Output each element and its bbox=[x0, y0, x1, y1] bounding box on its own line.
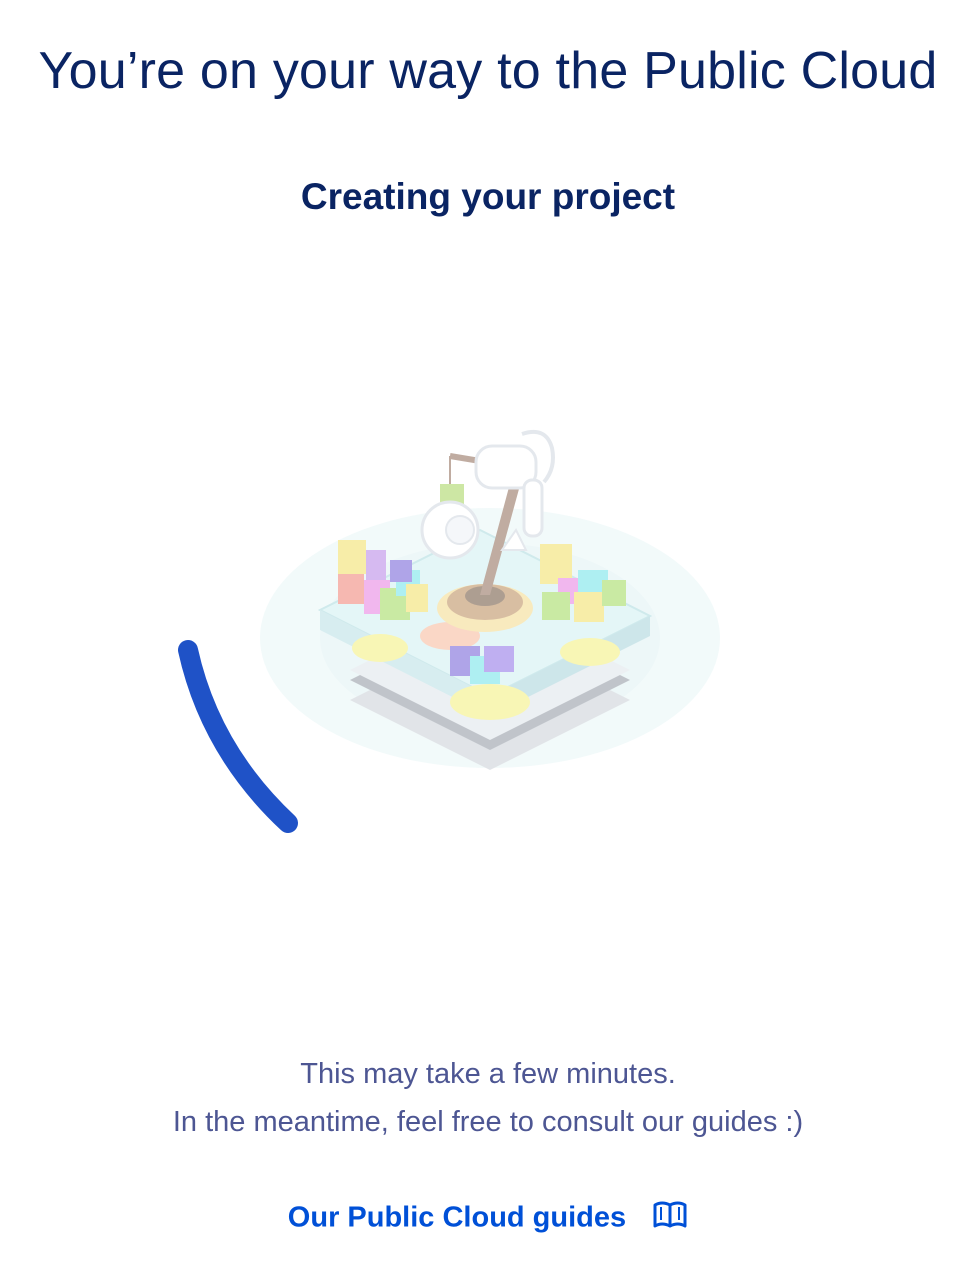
robot-arm-data-center-illustration bbox=[260, 429, 720, 770]
page-subtitle: Creating your project bbox=[300, 176, 676, 217]
loading-illustration bbox=[178, 429, 720, 833]
page-title: You’re on your way to the Public Cloud bbox=[38, 42, 938, 100]
loading-area bbox=[150, 380, 790, 860]
book-icon[interactable] bbox=[652, 1200, 688, 1230]
public-cloud-guides-link[interactable]: Our Public Cloud guides bbox=[0, 1194, 976, 1239]
guides-link-label[interactable]: Our Public Cloud guides bbox=[288, 1201, 626, 1233]
info-message-line-2: In the meantime, feel free to consult ou… bbox=[172, 1106, 804, 1138]
info-message: This may take a few minutes. In the mean… bbox=[0, 1050, 976, 1146]
info-message-line-1: This may take a few minutes. bbox=[300, 1058, 676, 1090]
